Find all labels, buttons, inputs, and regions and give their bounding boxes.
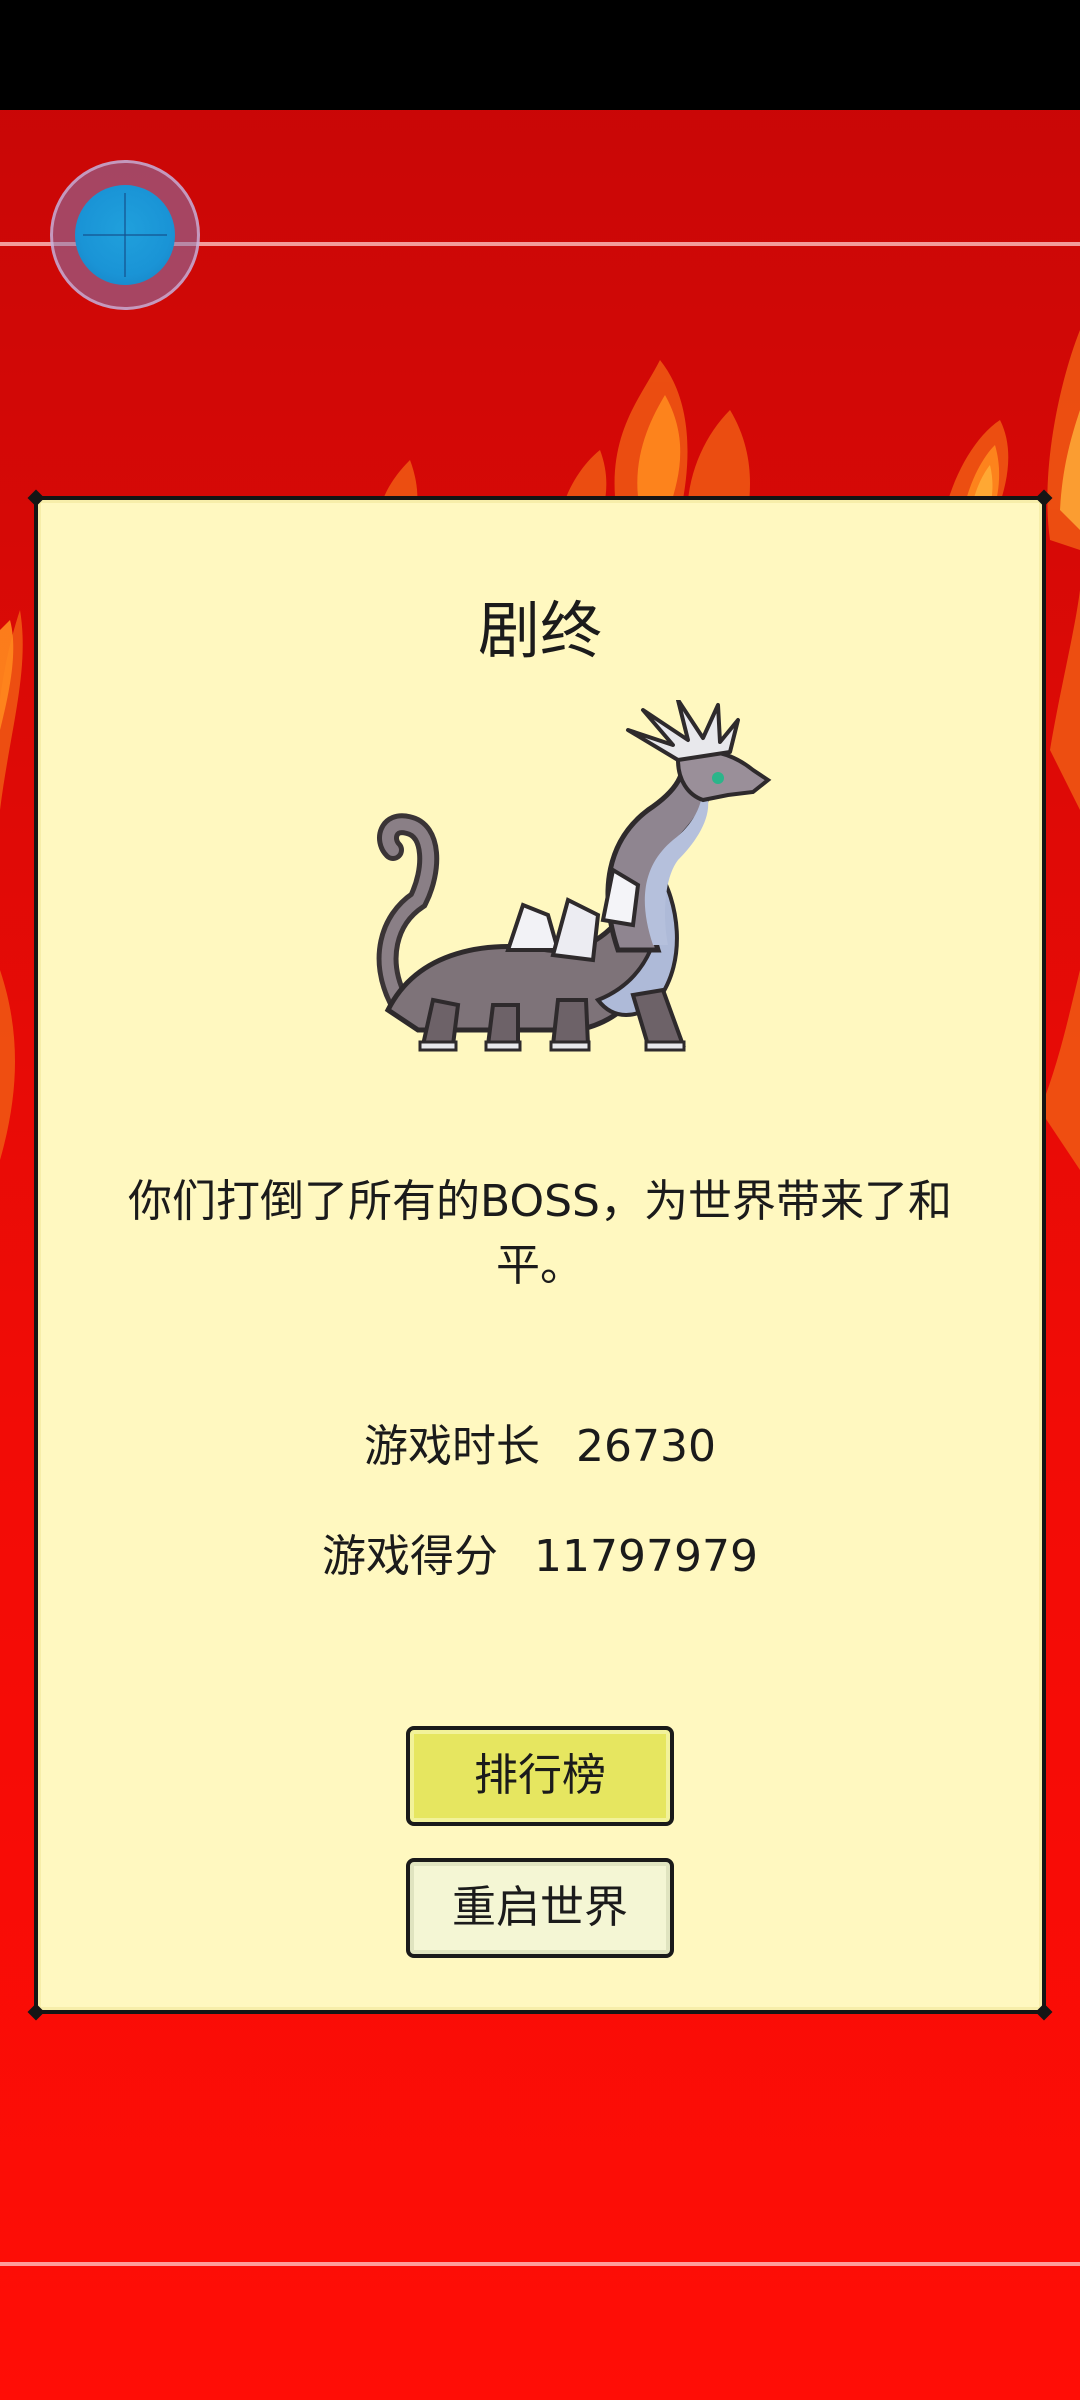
- game-screen: 剧终 你们打倒了所有的BOSS，为世界带来了和平。 游戏时长 26730 游戏得…: [0, 0, 1080, 2400]
- status-bar: [0, 0, 1080, 110]
- joystick-knob-icon[interactable]: [75, 185, 175, 285]
- play-time-label: 游戏时长: [364, 1421, 540, 1472]
- dialog-title: 剧终: [477, 594, 602, 667]
- dragon-boss-sprite: [376, 700, 772, 1052]
- virtual-joystick[interactable]: [50, 160, 200, 310]
- play-time-value: 26730: [576, 1421, 716, 1472]
- ending-message: 你们打倒了所有的BOSS，为世界带来了和平。: [128, 1176, 952, 1291]
- ending-dialog: 剧终 你们打倒了所有的BOSS，为世界带来了和平。 游戏时长 26730 游戏得…: [27, 489, 1053, 2021]
- score-value: 11797979: [534, 1531, 758, 1582]
- hud-divider-bottom: [0, 2262, 1080, 2266]
- score-row: 游戏得分 11797979: [38, 1520, 1042, 1584]
- play-time-row: 游戏时长 26730: [38, 1410, 1042, 1474]
- score-label: 游戏得分: [322, 1531, 499, 1582]
- restart-world-button[interactable]: 重启世界: [406, 1858, 674, 1958]
- leaderboard-button[interactable]: 排行榜: [406, 1726, 674, 1826]
